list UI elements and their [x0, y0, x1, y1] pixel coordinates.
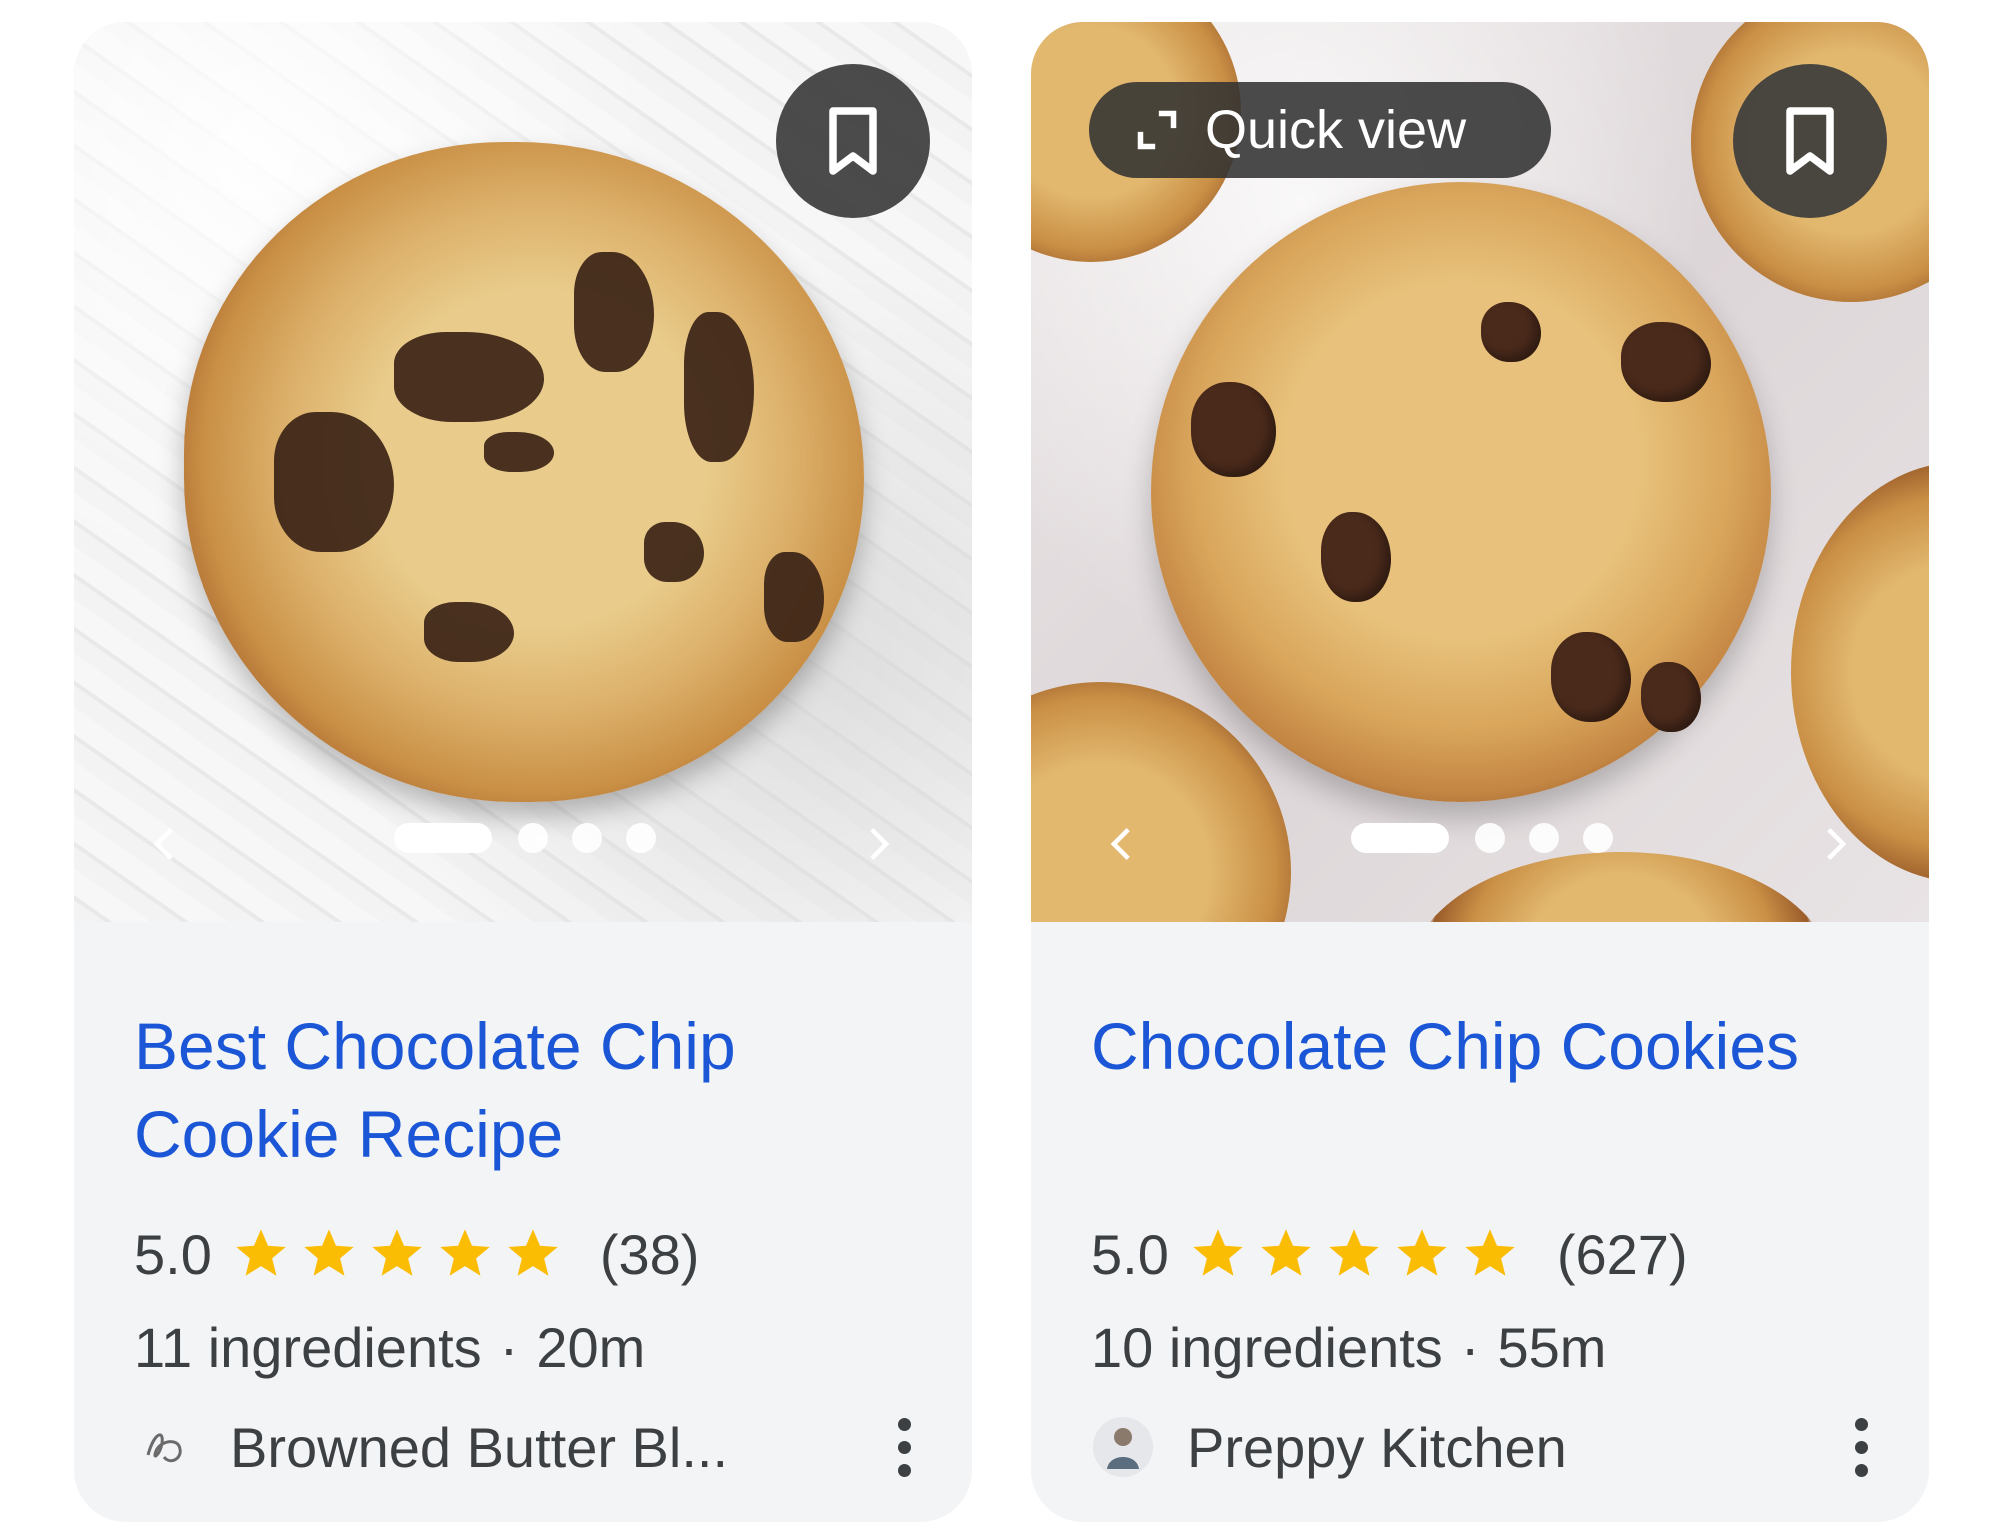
ingredient-count: 10 ingredients	[1091, 1315, 1443, 1379]
rating-value: 5.0	[134, 1222, 212, 1286]
carousel-dot-active[interactable]	[394, 823, 492, 853]
chevron-left-icon	[1110, 828, 1130, 860]
card-details: Best Chocolate Chip Cookie Recipe 5.0 (3…	[74, 922, 972, 1522]
chevron-right-icon	[1827, 828, 1847, 860]
rating-value: 5.0	[1091, 1222, 1169, 1286]
meta-separator: ·	[499, 1315, 519, 1379]
quick-view-label: Quick view	[1205, 100, 1467, 160]
carousel-indicator	[1351, 822, 1637, 854]
star-icon	[236, 1229, 286, 1276]
more-options-button[interactable]	[1841, 1407, 1881, 1487]
chevron-right-icon	[870, 828, 890, 860]
source-name[interactable]: Browned Butter Bl...	[230, 1415, 884, 1480]
chevron-left-icon	[153, 828, 173, 860]
source-logo	[134, 1415, 198, 1479]
save-button[interactable]	[1733, 64, 1887, 218]
rating: 5.0 (38)	[134, 1214, 699, 1294]
recipe-meta: 11 ingredients · 20m	[134, 1307, 645, 1387]
star-icon	[1397, 1229, 1447, 1276]
star-icon	[508, 1229, 558, 1276]
carousel-next-button[interactable]	[1816, 824, 1856, 864]
recipe-title-link[interactable]: Best Chocolate Chip Cookie Recipe	[134, 1002, 914, 1178]
carousel-dot[interactable]	[1583, 823, 1613, 853]
recipe-title-link[interactable]: Chocolate Chip Cookies	[1091, 1002, 1871, 1090]
star-rating	[232, 1225, 572, 1283]
card-details: Chocolate Chip Cookies 5.0 (627) 10 ingr…	[1031, 922, 1929, 1522]
recipe-card[interactable]: Best Chocolate Chip Cookie Recipe 5.0 (3…	[74, 22, 972, 1522]
carousel-dot[interactable]	[1475, 823, 1505, 853]
carousel-prev-button[interactable]	[144, 824, 184, 864]
recipe-meta: 10 ingredients · 55m	[1091, 1307, 1606, 1387]
recipe-card[interactable]: Quick view Chocolate Chip Cookies 5.0 (6…	[1031, 22, 1929, 1522]
expand-icon	[1137, 110, 1177, 150]
more-vert-icon	[897, 1417, 911, 1431]
review-count: (38)	[599, 1222, 700, 1286]
star-icon	[304, 1229, 354, 1276]
review-count: (627)	[1556, 1222, 1688, 1286]
carousel-dot[interactable]	[518, 823, 548, 853]
source-name[interactable]: Preppy Kitchen	[1187, 1415, 1841, 1480]
cook-time: 20m	[536, 1315, 646, 1379]
ingredient-count: 11 ingredients	[134, 1315, 482, 1379]
bookmark-icon	[1786, 107, 1834, 175]
source[interactable]: Browned Butter Bl...	[134, 1407, 924, 1487]
more-options-button[interactable]	[884, 1407, 924, 1487]
meta-separator: ·	[1460, 1315, 1480, 1379]
rating: 5.0 (627)	[1091, 1214, 1688, 1294]
source[interactable]: Preppy Kitchen	[1091, 1407, 1881, 1487]
carousel-indicator	[394, 822, 680, 854]
cook-time: 55m	[1497, 1315, 1607, 1379]
carousel-dot[interactable]	[572, 823, 602, 853]
cookie-photo-edge	[1791, 462, 1929, 882]
star-icon	[1193, 1229, 1243, 1276]
star-rating	[1189, 1225, 1529, 1283]
star-icon	[1261, 1229, 1311, 1276]
cookie-photo-edge	[1411, 852, 1831, 922]
bookmark-icon	[829, 107, 877, 175]
star-icon	[1465, 1229, 1515, 1276]
star-icon	[372, 1229, 422, 1276]
more-vert-icon	[1854, 1417, 1868, 1431]
carousel-dot-active[interactable]	[1351, 823, 1449, 853]
cookie-photo	[184, 142, 864, 802]
carousel-prev-button[interactable]	[1101, 824, 1141, 864]
star-icon	[1329, 1229, 1379, 1276]
recipe-image[interactable]	[74, 22, 972, 922]
star-icon	[440, 1229, 490, 1276]
quick-view-button[interactable]: Quick view	[1089, 82, 1551, 178]
carousel-dot[interactable]	[1529, 823, 1559, 853]
save-button[interactable]	[776, 64, 930, 218]
source-avatar	[1091, 1415, 1155, 1479]
cookie-photo	[1151, 182, 1771, 802]
recipe-image[interactable]: Quick view	[1031, 22, 1929, 922]
carousel-dot[interactable]	[626, 823, 656, 853]
carousel-next-button[interactable]	[859, 824, 899, 864]
